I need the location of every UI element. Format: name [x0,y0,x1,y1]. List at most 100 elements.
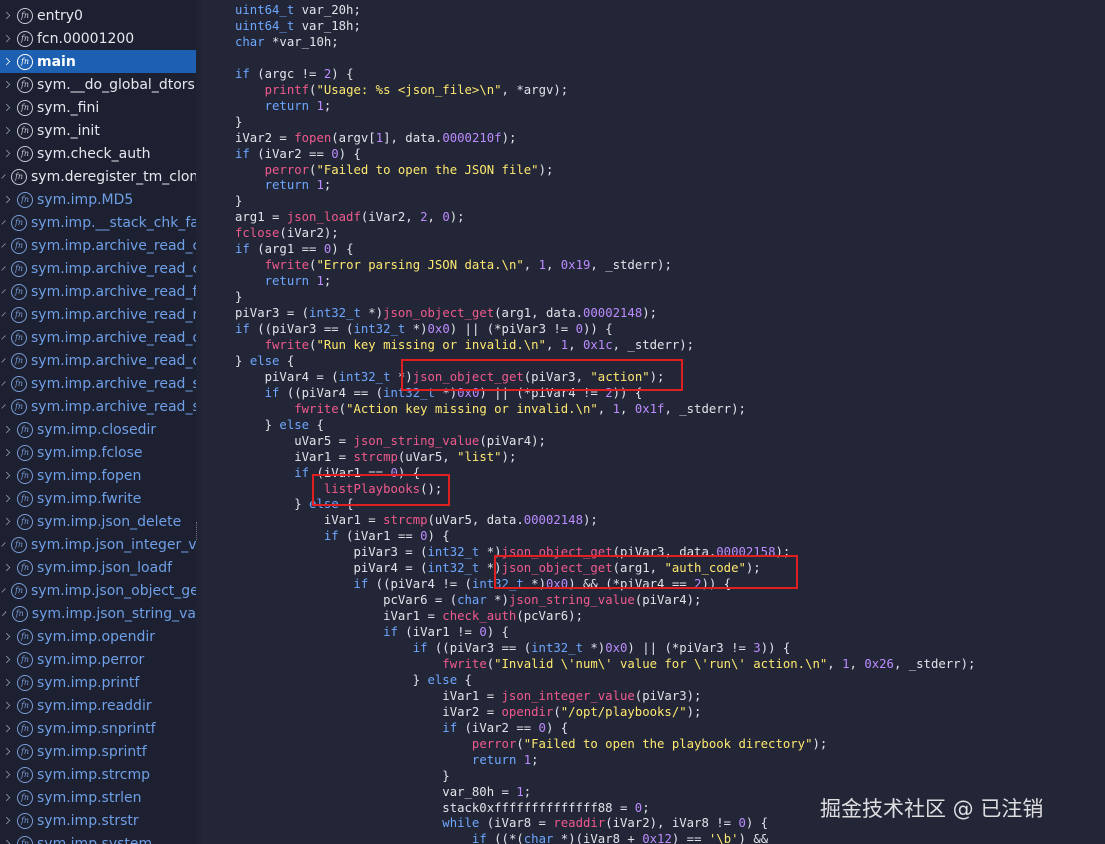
chevron-right-icon[interactable] [1,404,6,409]
code-line: if ((piVar3 == (int32_t *)0x0) || (*piVa… [235,640,791,656]
code-token: fwrite [264,258,310,273]
code-token: iVar2 = [235,704,502,719]
chevron-right-icon[interactable] [1,381,6,386]
chevron-right-icon[interactable] [2,747,11,756]
code-token: ); [449,210,465,225]
chevron-right-icon[interactable] [2,816,11,825]
code-token: 0x12 [642,832,672,844]
code-token: 2 [420,210,428,225]
function-list-item[interactable]: fn sym.deregister_tm_clon [0,165,196,188]
chevron-right-icon[interactable] [2,103,11,112]
chevron-right-icon[interactable] [2,724,11,733]
function-list-item[interactable]: fn sym.imp.archive_read_s [0,372,196,395]
chevron-right-icon[interactable] [1,289,6,294]
chevron-right-icon[interactable] [2,517,11,526]
chevron-right-icon[interactable] [2,448,11,457]
chevron-right-icon[interactable] [1,588,6,593]
chevron-right-icon[interactable] [2,195,11,204]
function-list-item[interactable]: fn sym.imp.closedir [0,418,196,441]
function-list-item[interactable]: fn sym.imp.sprintf [0,740,196,763]
chevron-right-icon[interactable] [2,80,11,89]
function-list-item[interactable]: fn sym.check_auth [0,142,196,165]
function-list-item[interactable]: fn sym.imp.archive_read_s [0,395,196,418]
chevron-right-icon[interactable] [1,335,6,340]
code-token: (piVar3); [634,688,702,703]
chevron-right-icon[interactable] [2,425,11,434]
chevron-right-icon[interactable] [2,770,11,779]
code-line: uint64_t var_20h; [235,2,361,18]
function-list-item[interactable]: fn sym._init [0,119,196,142]
code-token: (argv[ [331,130,376,145]
chevron-right-icon[interactable] [1,542,6,547]
chevron-right-icon[interactable] [1,243,6,248]
function-list-item[interactable]: fn sym.imp.opendir [0,625,196,648]
function-list-item[interactable]: fn sym.imp.fopen [0,464,196,487]
function-list-item[interactable]: fn entry0 [0,4,196,27]
function-list-item[interactable]: fn sym.imp.readdir [0,694,196,717]
chevron-right-icon[interactable] [2,655,11,664]
code-token: (uVar5, data. [427,513,524,528]
function-label: sym.imp.strstr [37,812,139,829]
chevron-right-icon[interactable] [2,471,11,480]
code-token: { [309,417,324,432]
function-list-item[interactable]: fn sym.imp.snprintf [0,717,196,740]
function-list-item[interactable]: fn sym.imp.fclose [0,441,196,464]
function-list-item[interactable]: fn sym.imp.archive_read_c [0,234,196,257]
chevron-right-icon[interactable] [2,126,11,135]
function-list-item[interactable]: fn sym._fini [0,96,196,119]
code-token: *var_10h; [264,34,339,49]
function-list-item[interactable]: fn sym.imp.fwrite [0,487,196,510]
function-list-item[interactable]: fn sym.imp.archive_read_n [0,303,196,326]
code-token: , [568,337,583,352]
function-list-item[interactable]: fn sym.imp.json_string_va [0,602,196,625]
chevron-right-icon[interactable] [2,678,11,687]
function-list-item[interactable]: fn sym.imp.printf [0,671,196,694]
function-list-item[interactable]: fn sym.imp.strcmp [0,763,196,786]
function-list-item[interactable]: fn sym.imp.perror [0,648,196,671]
function-icon: fn [17,145,33,162]
function-list-item[interactable]: fn fcn.00001200 [0,27,196,50]
function-list-item[interactable]: fn sym.imp.json_object_ge [0,579,196,602]
chevron-right-icon[interactable] [2,11,11,20]
function-list-item[interactable]: fn sym.imp.MD5 [0,188,196,211]
chevron-right-icon[interactable] [2,563,11,572]
code-token: 0x0 [427,322,450,336]
function-list-item[interactable]: fn sym.imp.archive_read_f [0,280,196,303]
chevron-right-icon[interactable] [1,358,6,363]
code-token: iVar1 = [235,609,443,624]
chevron-right-icon[interactable] [1,174,6,179]
chevron-right-icon[interactable] [2,149,11,158]
function-list-item[interactable]: fn sym.imp.strstr [0,809,196,832]
function-list-item[interactable]: fn sym.imp.strlen [0,786,196,809]
function-label: sym.deregister_tm_clon [31,168,196,185]
chevron-right-icon[interactable] [2,34,11,43]
chevron-right-icon[interactable] [1,220,6,225]
code-token: strcmp [353,449,398,464]
function-list-item[interactable]: fn sym.imp.system [0,832,196,844]
code-token: 0 [420,529,428,544]
function-list-item[interactable]: fn main [0,50,196,73]
chevron-right-icon[interactable] [2,632,11,641]
code-line: fwrite("Error parsing JSON data.\n", 1, … [235,257,672,273]
function-icon: fn [11,398,27,415]
function-list-item[interactable]: fn sym.imp.json_delete [0,510,196,533]
chevron-right-icon[interactable] [2,839,11,844]
function-list-item[interactable]: fn sym.imp.__stack_chk_fa [0,211,196,234]
chevron-right-icon[interactable] [2,57,11,66]
function-list-item[interactable]: fn sym.imp.archive_read_d [0,349,196,372]
chevron-right-icon[interactable] [2,793,11,802]
chevron-right-icon[interactable] [1,611,7,616]
chevron-right-icon[interactable] [1,312,6,317]
function-label: sym.imp.json_object_ge [31,582,196,599]
code-line: fwrite("Action key missing or invalid.\n… [235,401,746,417]
chevron-right-icon[interactable] [1,266,6,271]
function-list-item[interactable]: fn sym.imp.json_loadf [0,556,196,579]
code-line: perror("Failed to open the JSON file"); [235,162,554,178]
function-list-item[interactable]: fn sym.imp.json_integer_v [0,533,196,556]
chevron-right-icon[interactable] [2,494,11,503]
function-list-item[interactable]: fn sym.imp.archive_read_c [0,257,196,280]
function-list-item[interactable]: fn sym.__do_global_dtors [0,73,196,96]
code-token: (iVar2), iVar8 != [605,816,739,831]
chevron-right-icon[interactable] [2,701,11,710]
function-list-item[interactable]: fn sym.imp.archive_read_o [0,326,196,349]
